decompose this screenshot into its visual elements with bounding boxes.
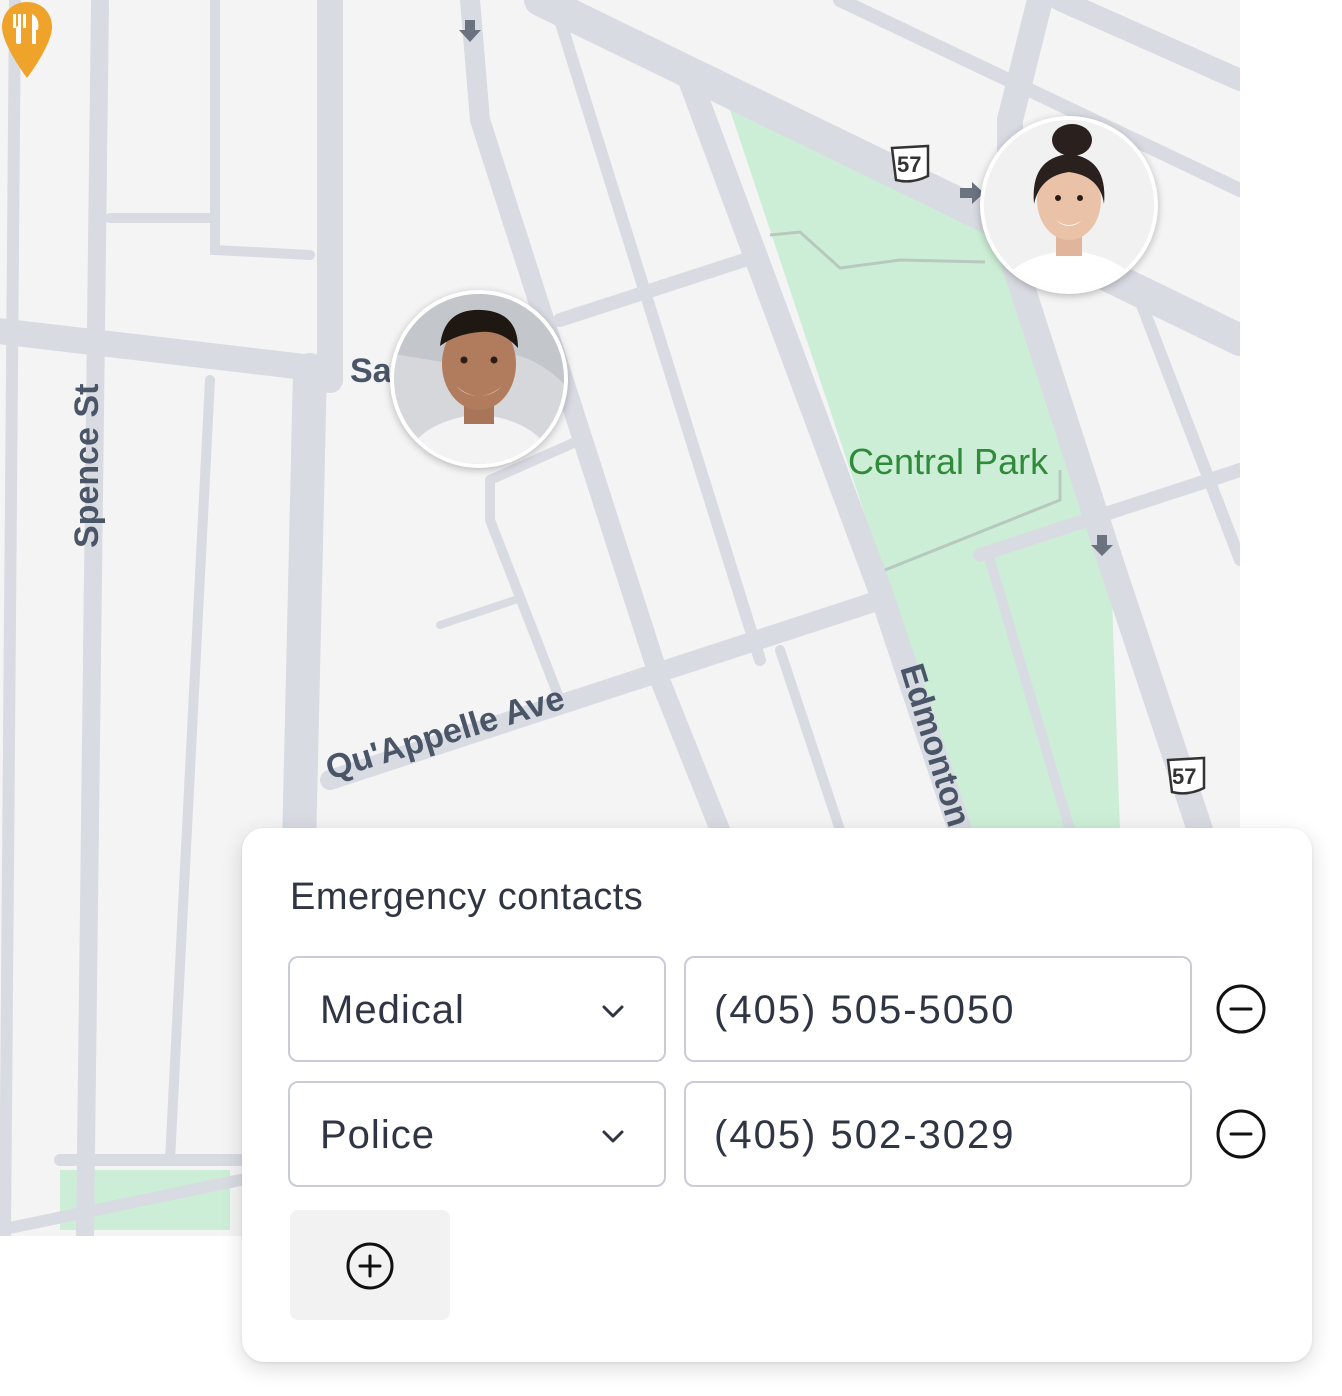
street-label-sa: Sa [350, 352, 393, 390]
route-shield-label: 57 [1172, 764, 1196, 789]
person-avatar-man[interactable] [390, 290, 568, 468]
phone-field[interactable] [684, 1081, 1192, 1187]
plus-circle-icon [346, 1242, 394, 1290]
route-shield-57-bottom: 57 [1166, 756, 1206, 795]
contact-type-select[interactable]: Medical [288, 956, 666, 1062]
person-avatar-woman-image [984, 120, 1154, 290]
route-shield-label: 57 [897, 152, 921, 177]
minus-circle-icon[interactable] [1214, 1107, 1268, 1161]
contact-type-value: Police [320, 1113, 435, 1157]
contact-row: Police [288, 1081, 1278, 1187]
street-label-spence: Spence St [68, 384, 106, 548]
contact-row: Medical [288, 956, 1278, 1062]
chevron-down-icon [602, 1005, 624, 1018]
restaurant-icon[interactable] [0, 0, 54, 80]
phone-field[interactable] [684, 956, 1192, 1062]
phone-input[interactable] [714, 1107, 1154, 1163]
street-label-quappelle: Qu'Appelle Ave [321, 679, 569, 788]
person-avatar-man-image [394, 294, 564, 464]
route-shield-57-top: 57 [890, 144, 930, 183]
card-title: Emergency contacts [290, 876, 644, 918]
chevron-down-icon [602, 1130, 624, 1143]
minus-circle-icon[interactable] [1214, 982, 1268, 1036]
person-avatar-woman[interactable] [980, 116, 1158, 294]
phone-input[interactable] [714, 982, 1154, 1038]
contact-type-select[interactable]: Police [288, 1081, 666, 1187]
contact-type-value: Medical [320, 988, 465, 1032]
add-contact-button[interactable] [290, 1210, 450, 1320]
emergency-contacts-card: Emergency contacts Medical Police [242, 828, 1312, 1362]
park-label-central: Central Park [848, 441, 1049, 482]
